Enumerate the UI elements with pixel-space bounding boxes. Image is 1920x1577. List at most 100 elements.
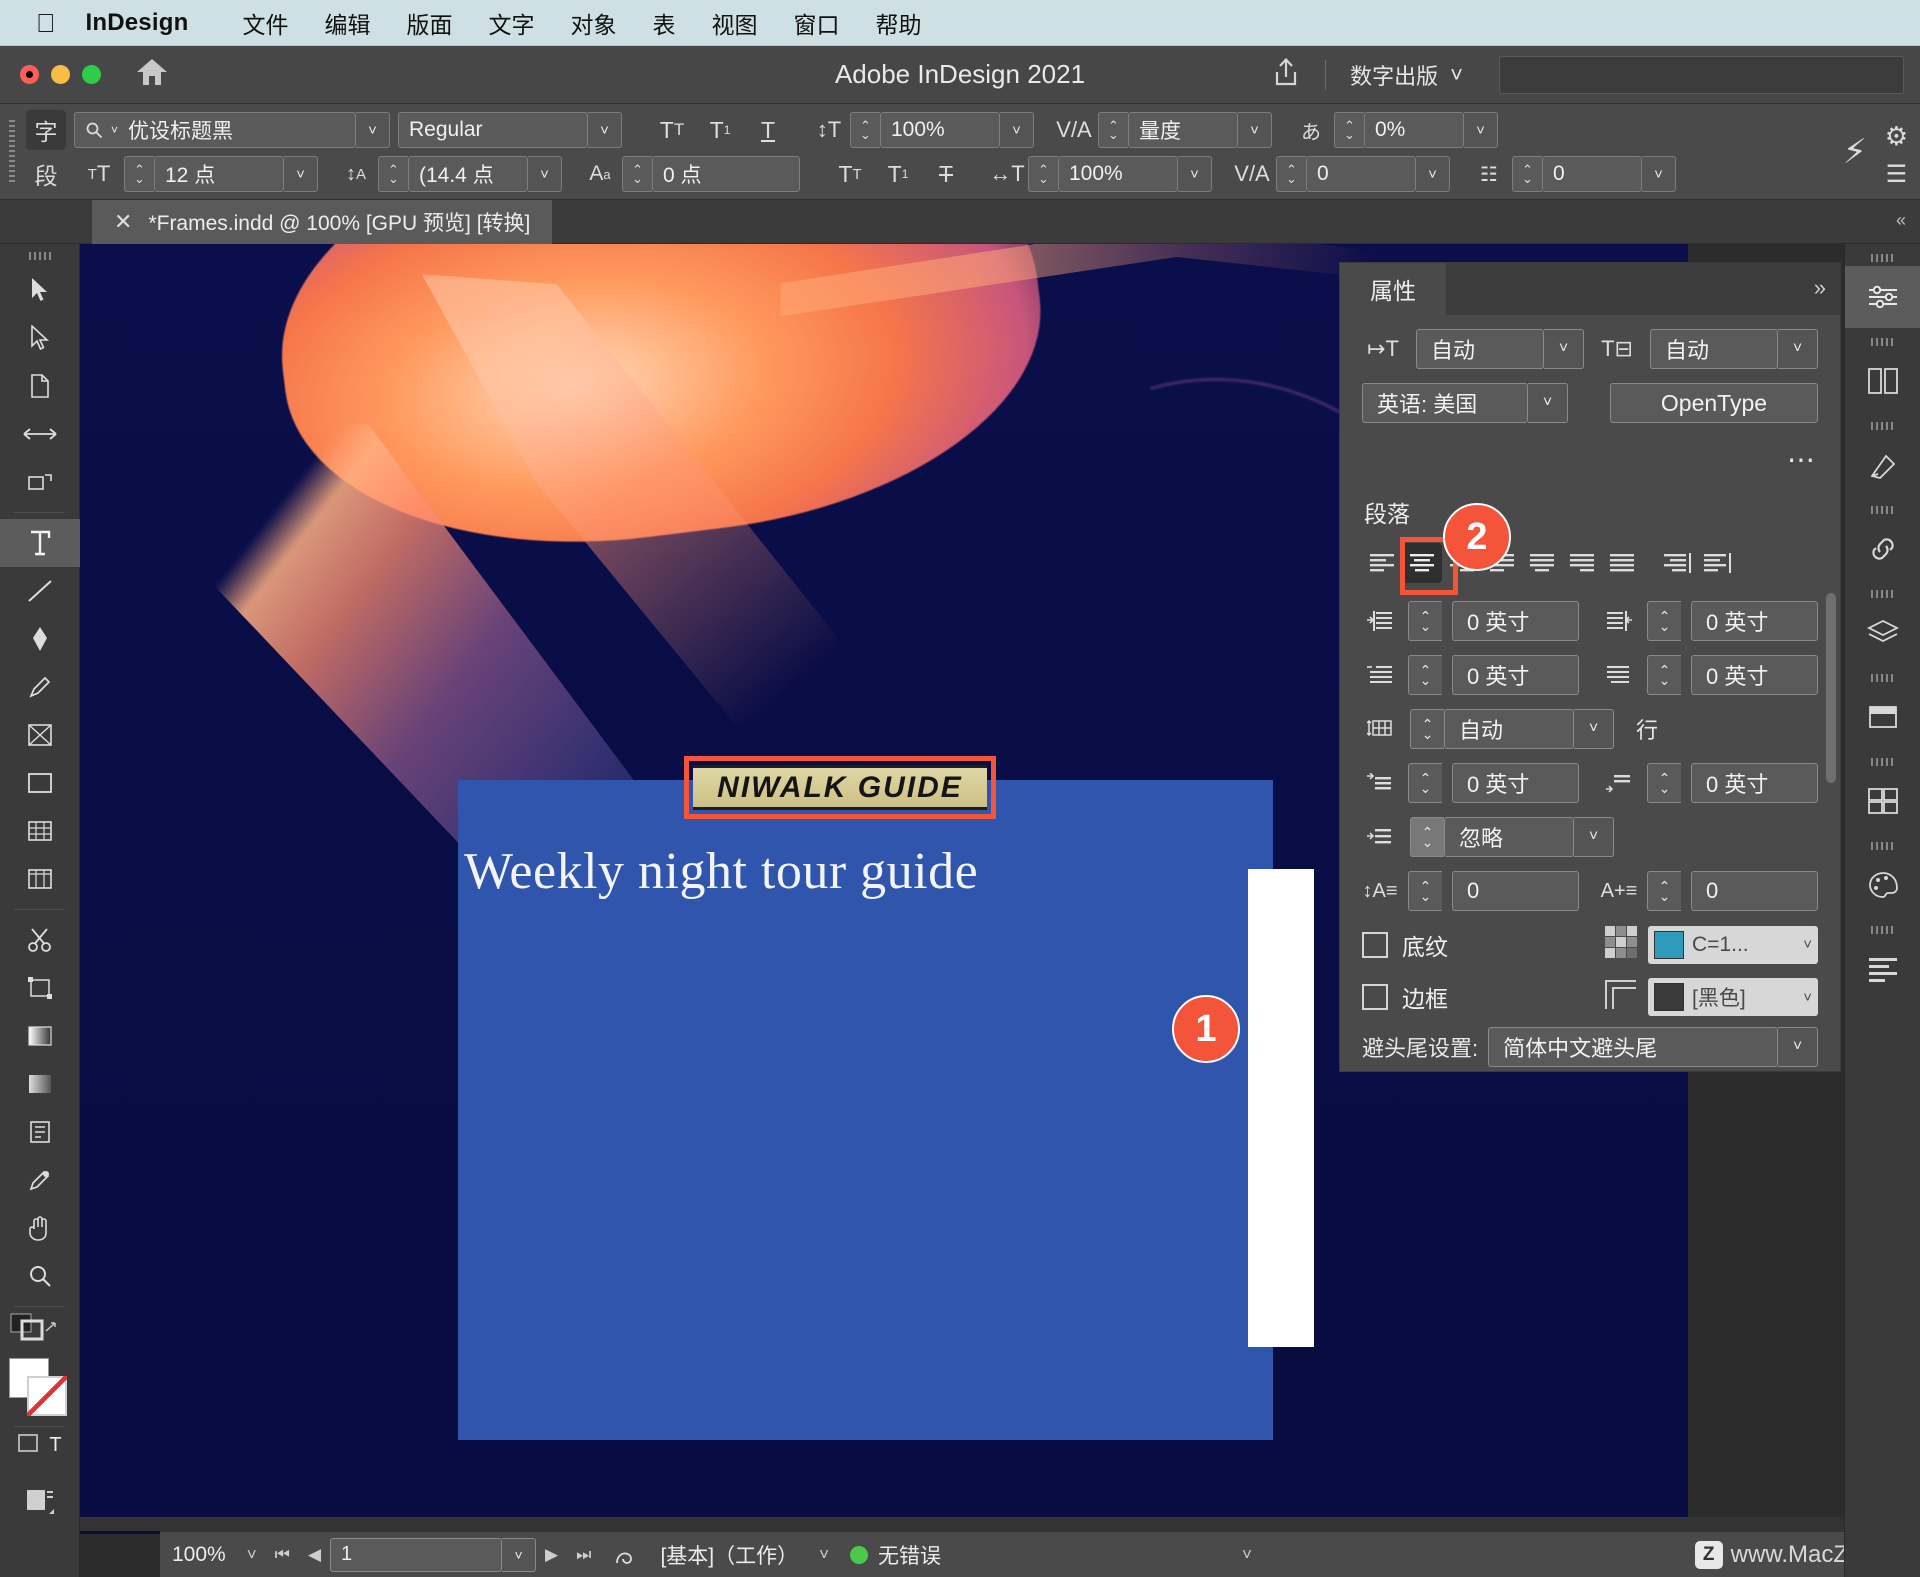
- maximize-window-button[interactable]: [82, 65, 101, 84]
- hand-tool[interactable]: [0, 1204, 80, 1252]
- formatting-text-icon[interactable]: T: [49, 1434, 61, 1457]
- layers-panel-icon[interactable]: [1845, 602, 1920, 664]
- font-size-field[interactable]: 12 点: [154, 156, 284, 192]
- toolbox-grip[interactable]: [28, 252, 51, 260]
- content-collector-tool[interactable]: [0, 458, 80, 506]
- justify-all-button[interactable]: [1602, 543, 1642, 583]
- menu-item-help[interactable]: 帮助: [857, 6, 939, 40]
- preflight-icon[interactable]: [600, 1543, 648, 1567]
- justify-last-center-button[interactable]: [1522, 543, 1562, 583]
- lightning-icon[interactable]: ⚡: [1843, 132, 1867, 172]
- frame-title-text[interactable]: Weekly night tour guide: [464, 842, 978, 901]
- subscript-icon[interactable]: T1: [874, 161, 922, 188]
- shading-color-field[interactable]: C=1... ˅: [1648, 925, 1818, 964]
- span-columns-dropdown[interactable]: ˅: [1574, 817, 1614, 857]
- columns-icon[interactable]: [0, 855, 80, 903]
- align-toward-spine-button[interactable]: [1658, 543, 1698, 583]
- justify-last-right-button[interactable]: [1562, 543, 1602, 583]
- space-before-value[interactable]: 0 英寸: [1452, 763, 1579, 803]
- home-icon[interactable]: [135, 57, 169, 92]
- first-line-indent-value[interactable]: 0 英寸: [1452, 655, 1579, 695]
- opentype-button[interactable]: OpenType: [1610, 383, 1818, 423]
- border-color-dropdown[interactable]: ˅: [1803, 989, 1812, 1006]
- page-number-input[interactable]: 1: [330, 1537, 503, 1572]
- page-tool[interactable]: [0, 362, 80, 410]
- next-page-icon[interactable]: ▶: [536, 1545, 567, 1565]
- prev-page-icon[interactable]: ◀: [299, 1545, 330, 1565]
- zoom-level[interactable]: 100%: [160, 1543, 238, 1567]
- drop-cap-count-value[interactable]: 0: [1691, 871, 1818, 911]
- tsume-dropdown[interactable]: ˅: [1464, 112, 1498, 148]
- tab-properties[interactable]: 属性: [1340, 263, 1446, 315]
- search-input[interactable]: [1499, 55, 1904, 94]
- fill-stroke-large-swatches[interactable]: [8, 1358, 71, 1420]
- frame-x-icon[interactable]: [0, 711, 80, 759]
- first-page-icon[interactable]: ⏮: [266, 1545, 299, 1565]
- drop-cap-chars-value[interactable]: 0: [1452, 871, 1579, 911]
- space-before-stepper[interactable]: ⌃ ⌄: [1408, 763, 1442, 803]
- skew-field[interactable]: 0: [1542, 156, 1642, 192]
- hamburger-icon[interactable]: ☰: [1886, 162, 1908, 187]
- tracking-stepper[interactable]: ⌃ ⌄: [1276, 156, 1306, 192]
- drop-cap-chars-stepper[interactable]: ⌃ ⌄: [1408, 871, 1442, 911]
- tsume-stepper[interactable]: ⌃ ⌄: [1334, 112, 1364, 148]
- workspace-selector[interactable]: 数字出版 ˅: [1326, 59, 1487, 91]
- indent-dropdown-icon[interactable]: ˅: [1544, 329, 1584, 369]
- menu-item-type[interactable]: 文字: [470, 6, 552, 40]
- vertical-scale-field[interactable]: 100%: [880, 112, 1000, 148]
- rectangle-tool[interactable]: [0, 759, 80, 807]
- drop-cap-lines-value[interactable]: 自动: [1444, 709, 1574, 749]
- language-value[interactable]: 英语: 美国: [1362, 383, 1528, 423]
- underline-icon[interactable]: T: [744, 117, 792, 144]
- font-style-dropdown[interactable]: ˅: [588, 112, 622, 148]
- first-line-indent-stepper[interactable]: ⌃ ⌄: [1408, 655, 1442, 695]
- paragraph-styles-panel-icon[interactable]: [1845, 434, 1920, 496]
- kerning-field[interactable]: 量度: [1128, 112, 1238, 148]
- zoom-dropdown-icon[interactable]: ˅: [238, 1545, 266, 1565]
- small-caps-icon[interactable]: TT: [826, 161, 874, 188]
- pencil-tool[interactable]: [0, 663, 80, 711]
- app-name-label[interactable]: InDesign: [86, 9, 189, 37]
- fill-stroke-swatches[interactable]: [10, 1313, 79, 1348]
- ellipsis-icon[interactable]: ⋯: [1787, 443, 1818, 476]
- double-chevron-left-icon[interactable]: «: [1896, 210, 1906, 231]
- language-dropdown-icon[interactable]: ˅: [1528, 383, 1568, 423]
- share-icon[interactable]: [1247, 55, 1325, 94]
- table-icon[interactable]: [0, 807, 80, 855]
- minimize-window-button[interactable]: [51, 65, 70, 84]
- properties-panel-icon[interactable]: [1845, 266, 1920, 328]
- right-indent-value[interactable]: 0 英寸: [1691, 601, 1818, 641]
- align-grid-dropdown-icon[interactable]: ˅: [1778, 329, 1818, 369]
- shading-checkbox[interactable]: [1362, 931, 1388, 958]
- blue-text-frame[interactable]: Weekly night tour guide: [458, 780, 1273, 1440]
- drop-cap-count-stepper[interactable]: ⌃ ⌄: [1647, 871, 1681, 911]
- leading-stepper[interactable]: ⌃ ⌄: [378, 156, 408, 192]
- border-color-field[interactable]: [黑色] ˅: [1648, 978, 1818, 1016]
- menu-item-edit[interactable]: 编辑: [306, 6, 388, 40]
- horizontal-scale-dropdown[interactable]: ˅: [1178, 156, 1212, 192]
- page-dropdown-icon[interactable]: ˅: [502, 1537, 537, 1572]
- last-line-indent-stepper[interactable]: ⌃ ⌄: [1647, 655, 1681, 695]
- drop-cap-lines-stepper[interactable]: ⌃ ⌄: [1410, 709, 1444, 749]
- border-style-icon[interactable]: [1604, 979, 1638, 1016]
- free-transform-tool[interactable]: [0, 964, 80, 1012]
- kerning-dropdown[interactable]: ˅: [1238, 112, 1272, 148]
- horizontal-scrollbar[interactable]: [80, 1517, 1900, 1531]
- right-indent-stepper[interactable]: ⌃ ⌄: [1647, 601, 1681, 641]
- font-style-field[interactable]: Regular: [398, 112, 588, 148]
- eyedropper-tool[interactable]: [0, 1156, 80, 1204]
- tracking-dropdown[interactable]: ˅: [1416, 156, 1450, 192]
- border-checkbox[interactable]: [1362, 984, 1388, 1010]
- character-formatting-button[interactable]: 字: [26, 110, 66, 150]
- align-away-spine-button[interactable]: [1698, 543, 1738, 583]
- menu-item-view[interactable]: 视图: [693, 6, 775, 40]
- all-caps-icon[interactable]: TT: [648, 117, 696, 144]
- gradient-feather-icon[interactable]: [0, 1060, 80, 1108]
- properties-scrollbar-thumb[interactable]: [1826, 593, 1836, 783]
- drop-cap-lines-dropdown[interactable]: ˅: [1574, 709, 1614, 749]
- skew-stepper[interactable]: ⌃ ⌄: [1512, 156, 1542, 192]
- space-after-stepper[interactable]: ⌃ ⌄: [1647, 763, 1681, 803]
- type-tool[interactable]: [0, 519, 80, 567]
- libraries-panel-icon[interactable]: [1845, 770, 1920, 832]
- apple-icon[interactable]: : [36, 10, 56, 36]
